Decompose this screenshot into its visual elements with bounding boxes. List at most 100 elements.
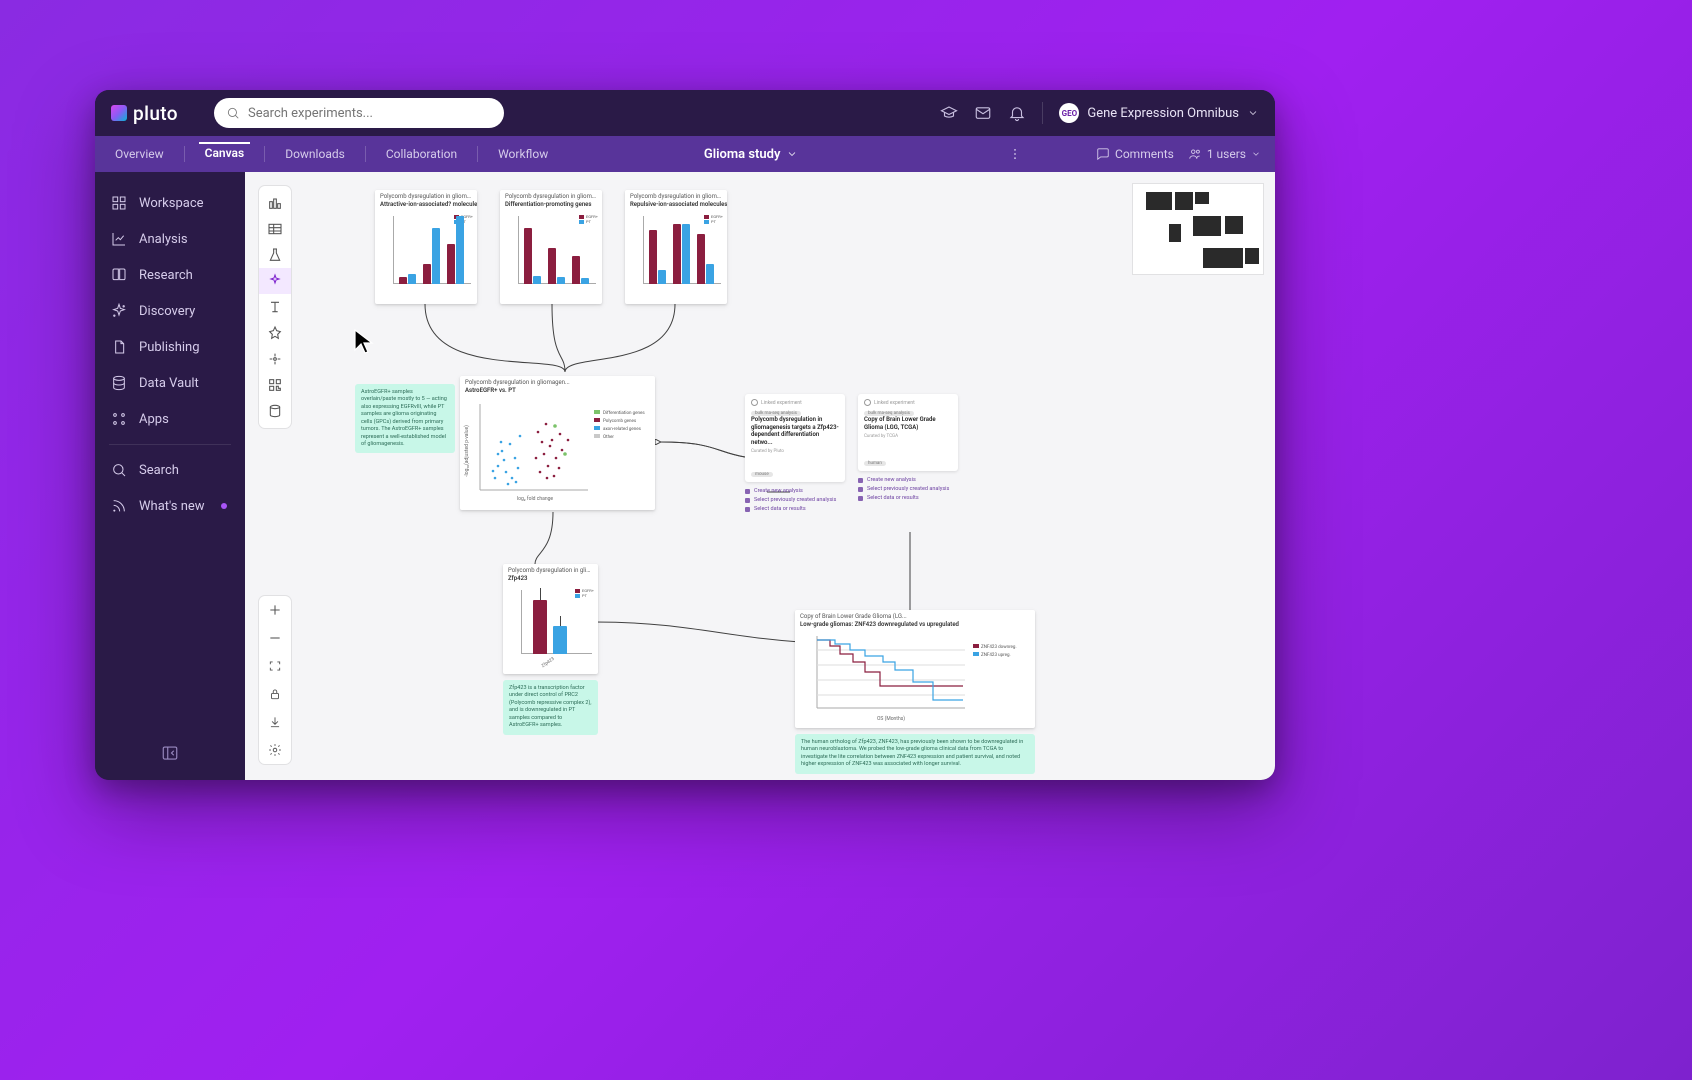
- canvas[interactable]: Polycomb dysregulation in gliomagen... A…: [245, 172, 1275, 780]
- settings-button[interactable]: [259, 736, 291, 764]
- users-button[interactable]: 1 users: [1188, 147, 1261, 161]
- tool-text-button[interactable]: [259, 294, 291, 320]
- project-switcher[interactable]: Glioma study: [704, 147, 799, 162]
- experiment-card-2[interactable]: Linked experiment bulk rna-seq analysis …: [858, 394, 958, 501]
- select-data-button[interactable]: Select data or results: [858, 495, 958, 501]
- account-switcher[interactable]: GEO Gene Expression Omnibus: [1059, 103, 1259, 123]
- create-new-analysis-button[interactable]: Create new analysis: [745, 488, 845, 494]
- sidebar-item-workspace[interactable]: Workspace: [105, 186, 235, 220]
- sidebar-item-label: Search: [139, 463, 179, 478]
- collapse-sidebar-button[interactable]: [161, 744, 179, 762]
- lock-button[interactable]: [259, 680, 291, 708]
- sticky-note-2[interactable]: Zfp423 is a transcription factor under d…: [503, 680, 598, 735]
- card-barplot-2[interactable]: Polycomb dysregulation in gliomagen... D…: [500, 190, 602, 304]
- card-barplot-zfp423[interactable]: Polycomb dysregulation in gliomagen... Z…: [503, 564, 598, 674]
- topbar: pluto GEO Gene Expression Omnibus: [95, 90, 1275, 136]
- tabbar: Overview Canvas Downloads Collaboration …: [95, 136, 1275, 172]
- card-overline: Copy of Brain Lower Grade Glioma (LG...: [795, 610, 1035, 621]
- create-new-analysis-button[interactable]: Create new analysis: [858, 477, 958, 483]
- sticky-note-1[interactable]: AstroEGFR+ samples overlain/paste mostly…: [355, 384, 455, 453]
- sidebar-item-datavault[interactable]: Data Vault: [105, 366, 235, 400]
- tab-workflow[interactable]: Workflow: [492, 143, 554, 165]
- tool-qr-button[interactable]: [259, 372, 291, 398]
- select-prev-analysis-button[interactable]: Select previously created analysis: [858, 486, 958, 492]
- minimap[interactable]: [1133, 184, 1263, 274]
- card-volcano[interactable]: Polycomb dysregulation in gliomagen... A…: [460, 376, 655, 510]
- comments-button[interactable]: Comments: [1096, 147, 1174, 161]
- users-icon: [1188, 147, 1202, 161]
- sidebar-item-research[interactable]: Research: [105, 258, 235, 292]
- sidebar-item-label: Data Vault: [139, 376, 199, 391]
- tool-flask-button[interactable]: [259, 242, 291, 268]
- topbar-divider: [1042, 102, 1043, 124]
- app-window: pluto GEO Gene Expression Omnibus Overvi…: [95, 90, 1275, 780]
- card-title: Attractive-ion-associated? molecules: [375, 201, 477, 210]
- search-input[interactable]: [248, 106, 492, 121]
- zoom-fit-button[interactable]: [259, 652, 291, 680]
- bell-icon[interactable]: [1008, 104, 1026, 122]
- users-count: 1 users: [1207, 147, 1246, 161]
- zoom-out-button[interactable]: [259, 624, 291, 652]
- sidebar-item-search[interactable]: Search: [105, 453, 235, 487]
- sidebar-item-label: Analysis: [139, 232, 188, 247]
- apps-icon: [111, 411, 127, 427]
- card-overline: Polycomb dysregulation in gliomagen...: [375, 190, 477, 201]
- svg-text:log₂ fold change: log₂ fold change: [517, 495, 553, 502]
- chevron-down-icon: [1251, 149, 1261, 159]
- tool-database-button[interactable]: [259, 398, 291, 424]
- sidebar-item-whatsnew[interactable]: What's new: [105, 489, 235, 523]
- database-icon: [111, 375, 127, 391]
- logo-mark-icon: [111, 105, 127, 121]
- tool-table-button[interactable]: [259, 216, 291, 242]
- sparkle-icon: [111, 303, 127, 319]
- experiment-card-1[interactable]: Linked experiment bulk rna-seq analysis …: [745, 394, 845, 512]
- card-overline: Linked experiment: [864, 399, 952, 406]
- tab-canvas[interactable]: Canvas: [199, 142, 251, 164]
- comments-label: Comments: [1115, 147, 1174, 161]
- card-overline: Polycomb dysregulation in gliomagen...: [500, 190, 602, 201]
- sidebar-item-analysis[interactable]: Analysis: [105, 222, 235, 256]
- experiment-title: Polycomb dysregulation in gliomagenesis …: [751, 416, 839, 446]
- rss-icon: [111, 498, 127, 514]
- sidebar-item-discovery[interactable]: Discovery: [105, 294, 235, 328]
- sidebar: Workspace Analysis Research Discovery Pu…: [95, 172, 245, 780]
- mail-icon[interactable]: [974, 104, 992, 122]
- tab-collaboration[interactable]: Collaboration: [380, 143, 463, 165]
- brand-logo: pluto: [111, 102, 178, 125]
- book-icon: [111, 267, 127, 283]
- card-title: Low-grade gliomas: ZNF423 downregulated …: [795, 621, 1035, 630]
- sidebar-item-apps[interactable]: Apps: [105, 402, 235, 436]
- sidebar-item-label: Research: [139, 268, 193, 283]
- tool-frame-button[interactable]: [259, 346, 291, 372]
- search-icon: [226, 106, 240, 120]
- select-data-button[interactable]: Select data or results: [745, 506, 845, 512]
- account-label: Gene Expression Omnibus: [1087, 106, 1239, 121]
- chart-icon: [111, 231, 127, 247]
- comment-icon: [1096, 147, 1110, 161]
- tool-star-button[interactable]: [259, 320, 291, 346]
- svg-text:OS (Months): OS (Months): [877, 715, 905, 722]
- tab-overview[interactable]: Overview: [109, 143, 170, 165]
- kebab-menu-icon[interactable]: [1008, 147, 1022, 161]
- zoom-in-button[interactable]: [259, 596, 291, 624]
- education-icon[interactable]: [940, 104, 958, 122]
- svg-text:Other: Other: [603, 434, 614, 440]
- species-pill: mouse: [751, 472, 773, 477]
- sticky-note-3[interactable]: The human ortholog of Zfp423, ZNF423, ha…: [795, 734, 1035, 774]
- tool-sparkle-button[interactable]: [259, 268, 291, 294]
- sidebar-item-label: What's new: [139, 499, 205, 514]
- tool-barchart-button[interactable]: [259, 190, 291, 216]
- select-prev-analysis-button[interactable]: Select previously created analysis: [745, 497, 845, 503]
- card-survival[interactable]: Copy of Brain Lower Grade Glioma (LG... …: [795, 610, 1035, 728]
- download-button[interactable]: [259, 708, 291, 736]
- sidebar-item-label: Publishing: [139, 340, 200, 355]
- sidebar-item-publishing[interactable]: Publishing: [105, 330, 235, 364]
- tab-downloads[interactable]: Downloads: [279, 143, 351, 165]
- card-barplot-1[interactable]: Polycomb dysregulation in gliomagen... A…: [375, 190, 477, 304]
- grid-icon: [111, 195, 127, 211]
- card-title: Repulsive-ion-associated molecules: [625, 201, 727, 210]
- experiment-title: Copy of Brain Lower Grade Glioma (LGG, T…: [864, 416, 952, 431]
- brand-name: pluto: [133, 102, 178, 125]
- card-barplot-3[interactable]: Polycomb dysregulation in gliomagen... R…: [625, 190, 727, 304]
- search-box[interactable]: [214, 98, 504, 128]
